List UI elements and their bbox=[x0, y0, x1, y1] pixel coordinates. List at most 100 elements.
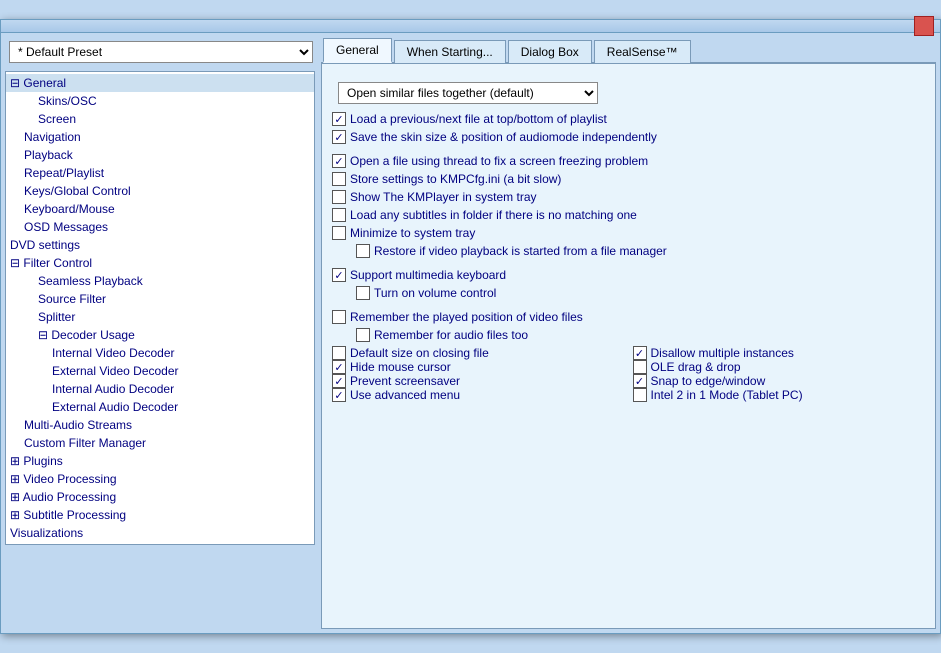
setting-label: Remember for audio files too bbox=[374, 328, 528, 342]
tree-item[interactable]: Internal Audio Decoder bbox=[6, 380, 314, 398]
setting-row: Store settings to KMPCfg.ini (a bit slow… bbox=[332, 172, 925, 186]
setting-label: Use advanced menu bbox=[350, 388, 460, 402]
tree-item[interactable]: OSD Messages bbox=[6, 218, 314, 236]
tab-general[interactable]: General bbox=[323, 38, 392, 63]
checkbox[interactable] bbox=[633, 374, 647, 388]
tree-item[interactable]: Keyboard/Mouse bbox=[6, 200, 314, 218]
file-open-select[interactable]: Open similar files together (default) bbox=[338, 82, 598, 104]
setting-row: Open a file using thread to fix a screen… bbox=[332, 154, 925, 168]
bottom-right-col: Disallow multiple instancesOLE drag & dr… bbox=[633, 346, 926, 402]
setting-label: Hide mouse cursor bbox=[350, 360, 451, 374]
checkbox[interactable] bbox=[356, 328, 370, 342]
settings-tree: ⊟ GeneralSkins/OSCScreenNavigationPlayba… bbox=[5, 71, 315, 545]
tree-item[interactable]: ⊞ Plugins bbox=[6, 452, 314, 470]
checkbox[interactable] bbox=[332, 388, 346, 402]
checkbox[interactable] bbox=[633, 346, 647, 360]
tree-item[interactable]: External Audio Decoder bbox=[6, 398, 314, 416]
tree-item[interactable]: Keys/Global Control bbox=[6, 182, 314, 200]
setting-row: Use advanced menu bbox=[332, 388, 625, 402]
tree-item[interactable]: Internal Video Decoder bbox=[6, 344, 314, 362]
setting-label: OLE drag & drop bbox=[651, 360, 741, 374]
bottom-settings: Default size on closing fileHide mouse c… bbox=[332, 346, 925, 402]
settings-list: Load a previous/next file at top/bottom … bbox=[332, 112, 925, 342]
setting-label: Minimize to system tray bbox=[350, 226, 475, 240]
tree-item[interactable]: Seamless Playback bbox=[6, 272, 314, 290]
setting-row: Show The KMPlayer in system tray bbox=[332, 190, 925, 204]
checkbox[interactable] bbox=[356, 244, 370, 258]
setting-row: Restore if video playback is started fro… bbox=[332, 244, 925, 258]
tree-item[interactable]: Source Filter bbox=[6, 290, 314, 308]
setting-row: Hide mouse cursor bbox=[332, 360, 625, 374]
setting-row: Save the skin size & position of audiomo… bbox=[332, 130, 925, 144]
setting-label: Save the skin size & position of audiomo… bbox=[350, 130, 657, 144]
right-panel: GeneralWhen Starting...Dialog BoxRealSen… bbox=[321, 37, 936, 629]
checkbox[interactable] bbox=[332, 208, 346, 222]
tab-dialog-box[interactable]: Dialog Box bbox=[508, 40, 592, 63]
settings-content: Open similar files together (default) Lo… bbox=[321, 64, 936, 629]
setting-row: Prevent screensaver bbox=[332, 374, 625, 388]
tree-item[interactable]: External Video Decoder bbox=[6, 362, 314, 380]
main-content-area: * Default Preset ⊟ GeneralSkins/OSCScree… bbox=[1, 33, 940, 633]
checkbox[interactable] bbox=[332, 172, 346, 186]
setting-row: OLE drag & drop bbox=[633, 360, 926, 374]
setting-row: Snap to edge/window bbox=[633, 374, 926, 388]
setting-label: Snap to edge/window bbox=[651, 374, 766, 388]
setting-row: Intel 2 in 1 Mode (Tablet PC) bbox=[633, 388, 926, 402]
checkbox[interactable] bbox=[633, 360, 647, 374]
tree-item[interactable]: ⊞ Video Processing bbox=[6, 470, 314, 488]
tree-item[interactable]: ⊞ Subtitle Processing bbox=[6, 506, 314, 524]
tree-item[interactable]: Multi-Audio Streams bbox=[6, 416, 314, 434]
setting-row: Turn on volume control bbox=[332, 286, 925, 300]
setting-row: Load a previous/next file at top/bottom … bbox=[332, 112, 925, 126]
checkbox[interactable] bbox=[332, 112, 346, 126]
preset-bar: * Default Preset bbox=[5, 37, 317, 67]
tree-item[interactable]: Skins/OSC bbox=[6, 92, 314, 110]
tree-item[interactable]: ⊞ Audio Processing bbox=[6, 488, 314, 506]
checkbox[interactable] bbox=[356, 286, 370, 300]
checkbox[interactable] bbox=[332, 154, 346, 168]
title-bar bbox=[1, 20, 940, 33]
checkbox[interactable] bbox=[332, 374, 346, 388]
setting-label: Prevent screensaver bbox=[350, 374, 460, 388]
tree-item[interactable]: Screen bbox=[6, 110, 314, 128]
checkbox[interactable] bbox=[332, 130, 346, 144]
setting-label: Store settings to KMPCfg.ini (a bit slow… bbox=[350, 172, 561, 186]
tree-item[interactable]: Custom Filter Manager bbox=[6, 434, 314, 452]
preferences-window: * Default Preset ⊟ GeneralSkins/OSCScree… bbox=[0, 19, 941, 634]
tab-when-starting---[interactable]: When Starting... bbox=[394, 40, 506, 63]
tree-item[interactable]: Navigation bbox=[6, 128, 314, 146]
checkbox[interactable] bbox=[332, 310, 346, 324]
preset-select[interactable]: * Default Preset bbox=[9, 41, 313, 63]
tree-item[interactable]: ⊟ Decoder Usage bbox=[6, 326, 314, 344]
setting-row: Disallow multiple instances bbox=[633, 346, 926, 360]
setting-row: Minimize to system tray bbox=[332, 226, 925, 240]
file-open-row: Open similar files together (default) bbox=[332, 82, 925, 104]
tree-item[interactable]: Playback bbox=[6, 146, 314, 164]
tree-item[interactable]: Splitter bbox=[6, 308, 314, 326]
setting-label: Remember the played position of video fi… bbox=[350, 310, 583, 324]
checkbox[interactable] bbox=[332, 190, 346, 204]
setting-label: Load any subtitles in folder if there is… bbox=[350, 208, 637, 222]
setting-row: Default size on closing file bbox=[332, 346, 625, 360]
tab-realsense-[interactable]: RealSense™ bbox=[594, 40, 691, 63]
tree-item[interactable]: ⊟ Filter Control bbox=[6, 254, 314, 272]
setting-label: Support multimedia keyboard bbox=[350, 268, 506, 282]
setting-label: Open a file using thread to fix a screen… bbox=[350, 154, 648, 168]
checkbox[interactable] bbox=[633, 388, 647, 402]
tree-item[interactable]: DVD settings bbox=[6, 236, 314, 254]
setting-label: Disallow multiple instances bbox=[651, 346, 794, 360]
checkbox[interactable] bbox=[332, 226, 346, 240]
setting-label: Load a previous/next file at top/bottom … bbox=[350, 112, 607, 126]
tree-item[interactable]: Repeat/Playlist bbox=[6, 164, 314, 182]
tree-item[interactable]: ⊟ General bbox=[6, 74, 314, 92]
checkbox[interactable] bbox=[332, 360, 346, 374]
setting-row: Support multimedia keyboard bbox=[332, 268, 925, 282]
tabs-bar: GeneralWhen Starting...Dialog BoxRealSen… bbox=[321, 37, 936, 64]
setting-label: Restore if video playback is started fro… bbox=[374, 244, 667, 258]
checkbox[interactable] bbox=[332, 346, 346, 360]
checkbox[interactable] bbox=[332, 268, 346, 282]
left-section: * Default Preset ⊟ GeneralSkins/OSCScree… bbox=[5, 37, 317, 629]
close-button[interactable] bbox=[914, 16, 934, 36]
setting-label: Default size on closing file bbox=[350, 346, 489, 360]
tree-item[interactable]: Visualizations bbox=[6, 524, 314, 542]
